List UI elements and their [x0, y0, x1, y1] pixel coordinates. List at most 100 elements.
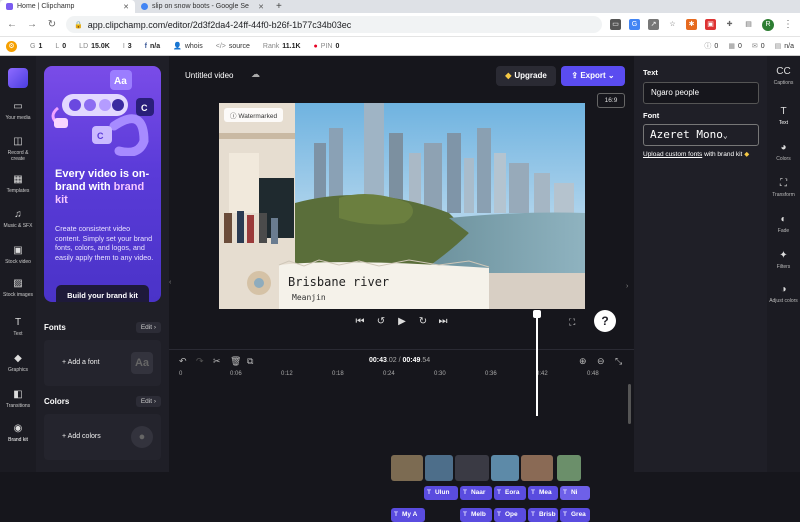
seo-right-4[interactable]: ▤ n/a [775, 42, 794, 51]
text-content-input[interactable]: Ngaro people [643, 82, 759, 104]
nav-music-sfx[interactable]: ♫ Music & SFX [0, 209, 36, 229]
fonts-edit-button[interactable]: Edit › [135, 322, 161, 333]
nav-brand-kit[interactable]: ◉ Brand kit [0, 423, 36, 443]
rnav-adjust-colors[interactable]: ◑ Adjust colors [767, 284, 800, 304]
new-tab-icon[interactable]: + [270, 0, 288, 13]
text-clip[interactable]: T Eora [494, 486, 526, 500]
rnav-fade[interactable]: ◐ Fade [767, 214, 800, 234]
zoom-in-icon[interactable]: ⊕ [579, 356, 587, 367]
browser-tab-clipchamp[interactable]: Home | Clipchamp ✕ [0, 0, 135, 13]
caption-main-text[interactable]: Brisbane river [288, 275, 389, 289]
fullscreen-icon[interactable]: ⛶ [569, 317, 575, 328]
profile-avatar[interactable]: R [762, 18, 774, 31]
url-input[interactable]: 🔒 app.clipchamp.com/editor/2d3f2da4-24ff… [66, 16, 602, 33]
aspect-ratio-button[interactable]: 16:9 [597, 93, 625, 108]
extensions-puzzle-icon[interactable]: ✚ [724, 19, 735, 30]
nav-record-create[interactable]: ◫ Record & create [0, 136, 36, 162]
caption-sub-text[interactable]: Meanjin [292, 293, 326, 302]
video-clip[interactable] [557, 455, 581, 481]
text-clip[interactable]: T My A [391, 508, 425, 522]
playhead[interactable] [536, 313, 538, 416]
bookmark-icon[interactable]: ☆ [667, 19, 678, 30]
nav-text[interactable]: T Text [0, 317, 36, 337]
playhead-handle[interactable] [533, 310, 541, 318]
nav-stock-images[interactable]: ▨ Stock images [0, 278, 36, 298]
forward-5s-icon[interactable]: ↻ [416, 316, 430, 327]
nav-graphics[interactable]: ◆ Graphics [0, 353, 36, 373]
seo-right-1[interactable]: ⓘ 0 [704, 41, 718, 51]
add-colors-button[interactable]: + Add colors [62, 433, 101, 440]
text-clip[interactable]: T Ope [494, 508, 526, 522]
build-brand-kit-button[interactable]: Build your brand kit [56, 285, 149, 302]
video-clip[interactable] [425, 455, 453, 481]
clipchamp-logo[interactable] [8, 68, 28, 88]
text-clip[interactable]: T Ni [560, 486, 590, 500]
nav-your-media[interactable]: ▭ Your media [0, 101, 36, 121]
seo-right-3[interactable]: ✉ 0 [752, 42, 765, 51]
seo-links[interactable]: L0 [55, 43, 66, 50]
rnav-transform[interactable]: ⛶ Transform [767, 178, 800, 198]
video-clip[interactable] [391, 455, 423, 481]
upload-custom-fonts-link[interactable]: Upload custom fonts [643, 151, 702, 158]
close-tab-icon[interactable]: ✕ [258, 3, 264, 11]
seo-google-index[interactable]: G1 [30, 43, 42, 50]
extension-2-icon[interactable]: ▣ [705, 19, 716, 30]
split-icon[interactable]: ✂ [213, 356, 221, 367]
fit-timeline-icon[interactable]: ⤡ [615, 356, 622, 367]
extension-1-icon[interactable]: ✱ [686, 19, 697, 30]
seo-linking-domains[interactable]: LD 15.0K [79, 43, 110, 50]
text-clip[interactable]: T Melb [460, 508, 492, 522]
export-button[interactable]: ⇪ Export ⌄ [561, 66, 625, 86]
help-button[interactable]: ? [594, 310, 616, 332]
seo-right-2[interactable]: ▦ 0 [728, 42, 742, 51]
play-icon[interactable]: ▶ [395, 316, 409, 327]
tabsearch-icon[interactable]: ▤ [743, 19, 754, 30]
seo-index[interactable]: I3 [123, 43, 132, 50]
collapse-left-panel-icon[interactable]: ‹ [169, 279, 171, 286]
collapse-right-panel-icon[interactable]: › [626, 283, 628, 290]
text-clip[interactable]: T Mea [528, 486, 558, 500]
nav-transitions[interactable]: ◧ Transitions [0, 389, 36, 409]
browser-tab-google[interactable]: slip on snow boots - Google Se ✕ [135, 0, 270, 13]
timeline-scrollbar[interactable] [628, 384, 631, 424]
back-icon[interactable]: ← [6, 19, 18, 30]
rnav-text[interactable]: T Text [767, 106, 800, 126]
video-preview[interactable]: ⓘ Watermarked Brisbane river Meanjin [219, 103, 585, 309]
rnav-colors[interactable]: ◕ Colors [767, 142, 800, 162]
reload-icon[interactable]: ↻ [46, 19, 58, 30]
text-clip[interactable]: T Brisb [528, 508, 558, 522]
font-select[interactable]: Azeret Mono⌄ [643, 124, 759, 146]
video-clip[interactable] [521, 455, 553, 481]
skip-to-end-icon[interactable]: ⏭ [436, 316, 450, 327]
zoom-out-icon[interactable]: ⊖ [597, 356, 605, 367]
seo-rank[interactable]: Rank 11.1K [263, 43, 301, 50]
upgrade-button[interactable]: ◆ Upgrade [496, 66, 556, 86]
text-clip[interactable]: T Naar [460, 486, 492, 500]
rnav-captions[interactable]: CC Captions [767, 66, 800, 86]
add-font-button[interactable]: + Add a font [62, 359, 100, 366]
video-clip[interactable] [455, 455, 489, 481]
text-clip[interactable]: T Ulun [424, 486, 458, 500]
nav-stock-video[interactable]: ▣ Stock video [0, 245, 36, 265]
project-title[interactable]: Untitled video [185, 71, 233, 80]
seo-pin[interactable]: ● PIN 0 [314, 43, 340, 50]
share-icon[interactable]: ↗ [648, 19, 659, 30]
skip-to-start-icon[interactable]: ⏮ [353, 316, 367, 327]
rnav-filters[interactable]: ✦ Filters [767, 250, 800, 270]
cast-icon[interactable]: ▭ [610, 19, 621, 30]
duplicate-icon[interactable]: ⧉ [247, 356, 253, 367]
google-ext-icon[interactable]: G [629, 19, 640, 30]
text-clip[interactable]: T Grea [560, 508, 590, 522]
seo-source[interactable]: </> source [216, 43, 250, 50]
close-tab-icon[interactable]: ✕ [123, 3, 129, 11]
browser-menu-icon[interactable]: ⋮ [782, 19, 794, 30]
forward-icon[interactable]: → [26, 19, 38, 30]
time-ruler[interactable]: 0 0:06 0:12 0:18 0:24 0:30 0:36 0:42 0:4… [179, 371, 629, 383]
delete-icon[interactable]: 🗑 [230, 356, 241, 367]
rewind-5s-icon[interactable]: ↺ [374, 316, 388, 327]
video-clip[interactable] [491, 455, 519, 481]
undo-icon[interactable]: ↶ [179, 356, 187, 367]
nav-templates[interactable]: ▦ Templates [0, 174, 36, 194]
seo-facebook[interactable]: f n/a [145, 43, 160, 50]
colors-edit-button[interactable]: Edit › [135, 396, 161, 407]
